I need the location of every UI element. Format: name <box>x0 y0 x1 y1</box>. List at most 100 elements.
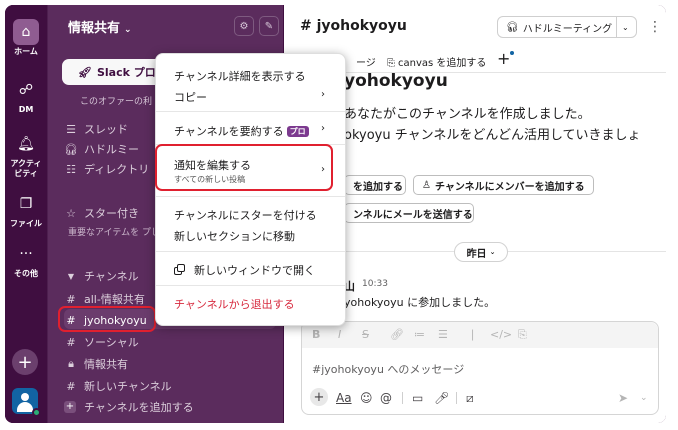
code-block-icon[interactable]: ⎘ <box>518 328 527 342</box>
files-icon: ❐ <box>19 196 33 212</box>
menu-separator <box>156 251 345 252</box>
message-text: yohokyoyu に参加しました。 <box>344 296 496 309</box>
menu-item-copy[interactable]: コピー <box>174 89 207 105</box>
canvas-icon: ⎘ <box>387 58 395 69</box>
plus-icon: + <box>313 389 325 405</box>
rail-files-label: ファイル <box>10 219 42 228</box>
ordered-list-icon[interactable]: ≔ <box>414 328 425 341</box>
add-button[interactable]: を追加する <box>344 175 406 195</box>
date-pill[interactable]: 昨日 ⌄ <box>454 242 508 262</box>
sidebar-item-label: ディレクトリ <box>84 163 150 176</box>
bell-icon: 🔔︎ <box>17 136 35 152</box>
format-toolbar: B I S 🔗︎ ≔ ☰ ❘ </> ⎘ <box>302 322 658 348</box>
strike-icon[interactable]: S <box>362 328 369 341</box>
menu-item-star-channel[interactable]: チャンネルにスターを付ける <box>174 207 317 223</box>
sidebar-item-label: スレッド <box>84 123 128 136</box>
plus-icon: + <box>497 49 511 68</box>
chevron-down-icon: ⌄ <box>489 248 496 256</box>
sidebar-section-channels[interactable]: ▼ チャンネル <box>64 267 139 285</box>
compose-button[interactable]: ✎ <box>259 16 279 36</box>
menu-item-new-window[interactable]: 新しいウィンドウで開く <box>194 262 315 278</box>
caret-down-icon: ▼ <box>67 271 75 281</box>
microphone-icon[interactable]: 🎤︎ <box>434 391 449 405</box>
hash-icon: # <box>66 292 76 306</box>
sidebar-item-huddles[interactable]: 🎧︎ ハドルミー <box>64 140 139 158</box>
sidebar-item-label: ハドルミー <box>84 143 139 156</box>
directory-icon: ☷ <box>66 162 76 176</box>
mention-icon[interactable]: @ <box>380 391 392 405</box>
menu-item-leave-channel[interactable]: チャンネルから退出する <box>174 296 295 312</box>
blockquote-icon[interactable]: ❘ <box>468 328 477 341</box>
rail-home[interactable]: ⌂ ホーム <box>5 19 47 57</box>
add-workspace-button[interactable]: + <box>12 349 38 375</box>
tab-add-canvas[interactable]: ⎘ canvas を追加する <box>387 54 486 69</box>
shortcuts-icon[interactable]: ⧄ <box>466 391 474 406</box>
rail-home-label: ホーム <box>14 47 38 56</box>
add-channel-button[interactable]: + チャンネルを追加する <box>64 398 194 416</box>
toolbar-divider <box>402 392 403 404</box>
video-icon[interactable]: ▭ <box>412 391 423 405</box>
channel-label: all-情報共有 <box>84 293 145 306</box>
settings-button[interactable]: ⚙ <box>234 16 254 36</box>
rail-files[interactable]: ❐ ファイル <box>5 191 47 229</box>
bold-icon[interactable]: B <box>312 328 320 341</box>
sidebar-item-directory[interactable]: ☷ ディレクトリ <box>64 160 149 178</box>
promo-subtext: このオファーの利 <box>80 97 153 107</box>
presence-icon <box>32 408 41 417</box>
emoji-icon[interactable]: ☺ <box>360 391 373 405</box>
format-toggle-icon[interactable]: Aa <box>336 391 352 405</box>
starred-header: スター付き <box>84 207 139 220</box>
workspace-menu[interactable]: 情報共有 ⌄ <box>68 17 132 36</box>
attach-button[interactable]: + <box>310 388 328 406</box>
message-input[interactable]: #jyohokyoyu へのメッセージ <box>312 361 464 377</box>
rail-activity[interactable]: 🔔︎ アクティ ビティ <box>5 131 47 179</box>
add-members-button[interactable]: ♙ チャンネルにメンバーを追加する <box>413 175 594 195</box>
email-channel-button[interactable]: ンネルにメールを送信する <box>344 203 474 223</box>
tab-label: canvas を追加する <box>398 58 487 69</box>
bullet-list-icon[interactable]: ☰ <box>438 328 448 341</box>
rail-more-label: その他 <box>14 269 38 278</box>
chevron-down-icon[interactable]: ⌄ <box>640 393 648 403</box>
sidebar-item-channel[interactable]: # ソーシャル <box>64 333 138 351</box>
menu-separator <box>156 285 345 286</box>
headphones-icon: 🎧︎ <box>64 142 78 156</box>
workspace-rail: ⌂ ホーム ☍ DM 🔔︎ アクティ ビティ ❐ ファイル ··· その他 + <box>5 5 47 423</box>
slack-window: ⌂ ホーム ☍ DM 🔔︎ アクティ ビティ ❐ ファイル ··· その他 + <box>5 5 666 423</box>
channel-intro-line-1: あなたがこのチャンネルを作成しました。 <box>344 107 591 122</box>
add-members-label: チャンネルにメンバーを追加する <box>434 181 585 193</box>
headphones-icon: 🎧︎ <box>506 21 519 33</box>
rail-dm[interactable]: ☍ DM <box>5 77 47 115</box>
rail-more[interactable]: ··· その他 <box>5 241 47 279</box>
more-icon[interactable]: ⋮ <box>648 19 662 35</box>
new-window-icon <box>174 264 185 275</box>
avatar[interactable] <box>12 388 41 417</box>
sidebar-item-channel[interactable]: 🔒︎ 情報共有 <box>64 355 128 373</box>
chevron-down-icon: ⌄ <box>124 25 132 35</box>
huddle-divider <box>616 17 617 37</box>
send-icon[interactable]: ➤ <box>618 391 628 405</box>
message-time[interactable]: 10:33 <box>362 279 388 289</box>
sidebar-section-starred[interactable]: ☆ スター付き <box>64 204 139 222</box>
sidebar-item-channel[interactable]: # 新しいチャンネル <box>64 377 171 395</box>
sidebar-item-threads[interactable]: ☰ スレッド <box>64 120 128 138</box>
channel-intro-line-2: okyoyu チャンネルをどんどん活用していきましょ <box>344 128 641 143</box>
tab-messages[interactable]: ージ <box>356 54 376 69</box>
avatar-head <box>21 393 29 401</box>
menu-item-summarize[interactable]: チャンネルを要約する プロ <box>174 123 309 139</box>
channel-intro-title: yohokyoyu <box>344 71 448 91</box>
italic-icon[interactable]: I <box>338 328 341 341</box>
huddle-button[interactable]: 🎧︎ ハドルミーティング ⌄ <box>497 16 637 38</box>
more-icon: ··· <box>19 246 33 262</box>
menu-item-view-details[interactable]: チャンネル詳細を表示する <box>174 68 306 84</box>
add-tab-button[interactable]: + <box>497 49 515 68</box>
channel-title[interactable]: # jyohokyoyu <box>300 18 407 34</box>
huddle-label: ハドルミーティング <box>522 23 613 35</box>
rail-dm-label: DM <box>18 105 34 114</box>
pro-badge: プロ <box>286 126 309 137</box>
menu-item-move-section[interactable]: 新しいセクションに移動 <box>174 228 295 244</box>
chevron-down-icon[interactable]: ⌄ <box>622 23 629 32</box>
window-front <box>177 264 185 272</box>
code-icon[interactable]: </> <box>490 328 512 341</box>
message-composer: B I S 🔗︎ ≔ ☰ ❘ </> ⎘ #jyohokyoyu へのメッセージ… <box>301 321 659 415</box>
link-icon[interactable]: 🔗︎ <box>390 328 404 341</box>
